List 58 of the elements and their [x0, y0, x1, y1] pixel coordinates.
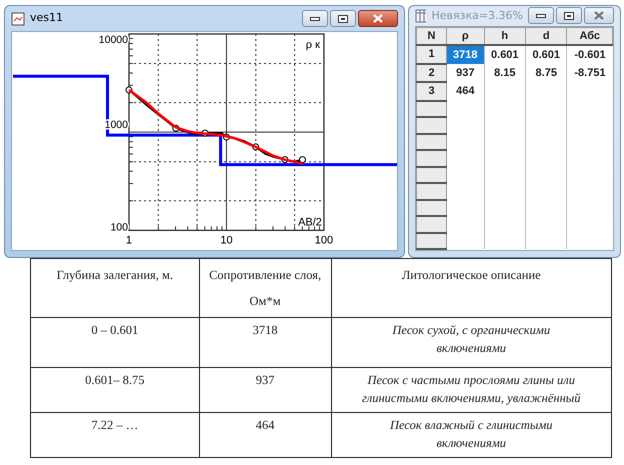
maximize-button[interactable] — [330, 10, 356, 27]
tick-label: 10 — [220, 234, 233, 246]
window-title: ves11 — [30, 10, 64, 26]
table-cell: 7.22 – … — [30, 412, 200, 458]
table-cell: Песок сухой, с органическими включениями — [331, 318, 612, 368]
axis-label: AB/2 — [298, 216, 322, 228]
tick-label: 10000 — [98, 34, 128, 46]
grid-cell[interactable]: 937 — [446, 64, 484, 82]
grid-cell[interactable]: -0.601 — [566, 45, 612, 64]
grid-cell[interactable]: 3718 — [446, 45, 484, 64]
column-header: d — [526, 27, 567, 45]
column-header: ρ — [446, 27, 484, 45]
grid-cell[interactable]: 8.15 — [484, 64, 526, 82]
close-button[interactable] — [584, 7, 614, 24]
table-cell: 0.601– 8.75 — [30, 368, 200, 412]
close-button[interactable] — [358, 10, 398, 27]
maximize-icon — [338, 14, 348, 22]
tick-label: 100 — [110, 221, 128, 234]
table-cell: 3718 — [199, 318, 332, 368]
table-cell: 464 — [199, 412, 332, 458]
grid-cell[interactable]: 8.75 — [526, 64, 567, 82]
grid-window-icon — [415, 8, 426, 23]
column-header: h — [484, 27, 526, 45]
data-point — [222, 134, 230, 141]
column-header: Литологическое описание — [331, 258, 612, 318]
chart-window-icon — [11, 12, 25, 26]
data-point — [252, 143, 260, 150]
table-cell: Песок влажный с глинистыми включениями — [331, 412, 612, 458]
minimize-button[interactable] — [302, 10, 328, 27]
row-header: 1 — [416, 45, 446, 64]
data-point — [202, 130, 209, 137]
minimize-icon — [310, 16, 320, 20]
data-point — [281, 156, 288, 164]
minimize-button[interactable] — [528, 7, 554, 24]
grid-cell[interactable]: 0.601 — [526, 45, 567, 64]
column-header: Абс — [566, 27, 612, 45]
data-point — [299, 156, 306, 164]
window-title: Невязка=3.36% — [431, 8, 523, 24]
maximize-button[interactable] — [556, 7, 582, 24]
close-icon — [373, 14, 383, 23]
minimize-icon — [536, 14, 546, 18]
data-point — [125, 86, 132, 94]
column-header: Сопротивление слоя, Ом*м — [199, 258, 332, 318]
data-point — [172, 124, 180, 132]
grid-cell[interactable]: -8.751 — [566, 64, 612, 82]
tick-label: 1 — [126, 234, 132, 246]
grid-cell[interactable]: 0.601 — [484, 45, 526, 64]
close-icon — [594, 11, 604, 20]
axis-label: ρ к — [306, 38, 320, 51]
column-header: N — [416, 27, 446, 45]
maximize-icon — [564, 12, 574, 20]
grid-cell[interactable]: 464 — [446, 82, 484, 100]
row-header: 3 — [416, 82, 446, 100]
table-cell: Песок с частыми прослоями глины или глинистыми включениями, увлажнённый — [331, 368, 612, 412]
tick-label: 100 — [314, 234, 334, 246]
column-header: Глубина залегания, м. — [30, 258, 200, 318]
table-cell: 937 — [199, 368, 332, 412]
table-cell: 0 – 0.601 — [30, 318, 200, 368]
